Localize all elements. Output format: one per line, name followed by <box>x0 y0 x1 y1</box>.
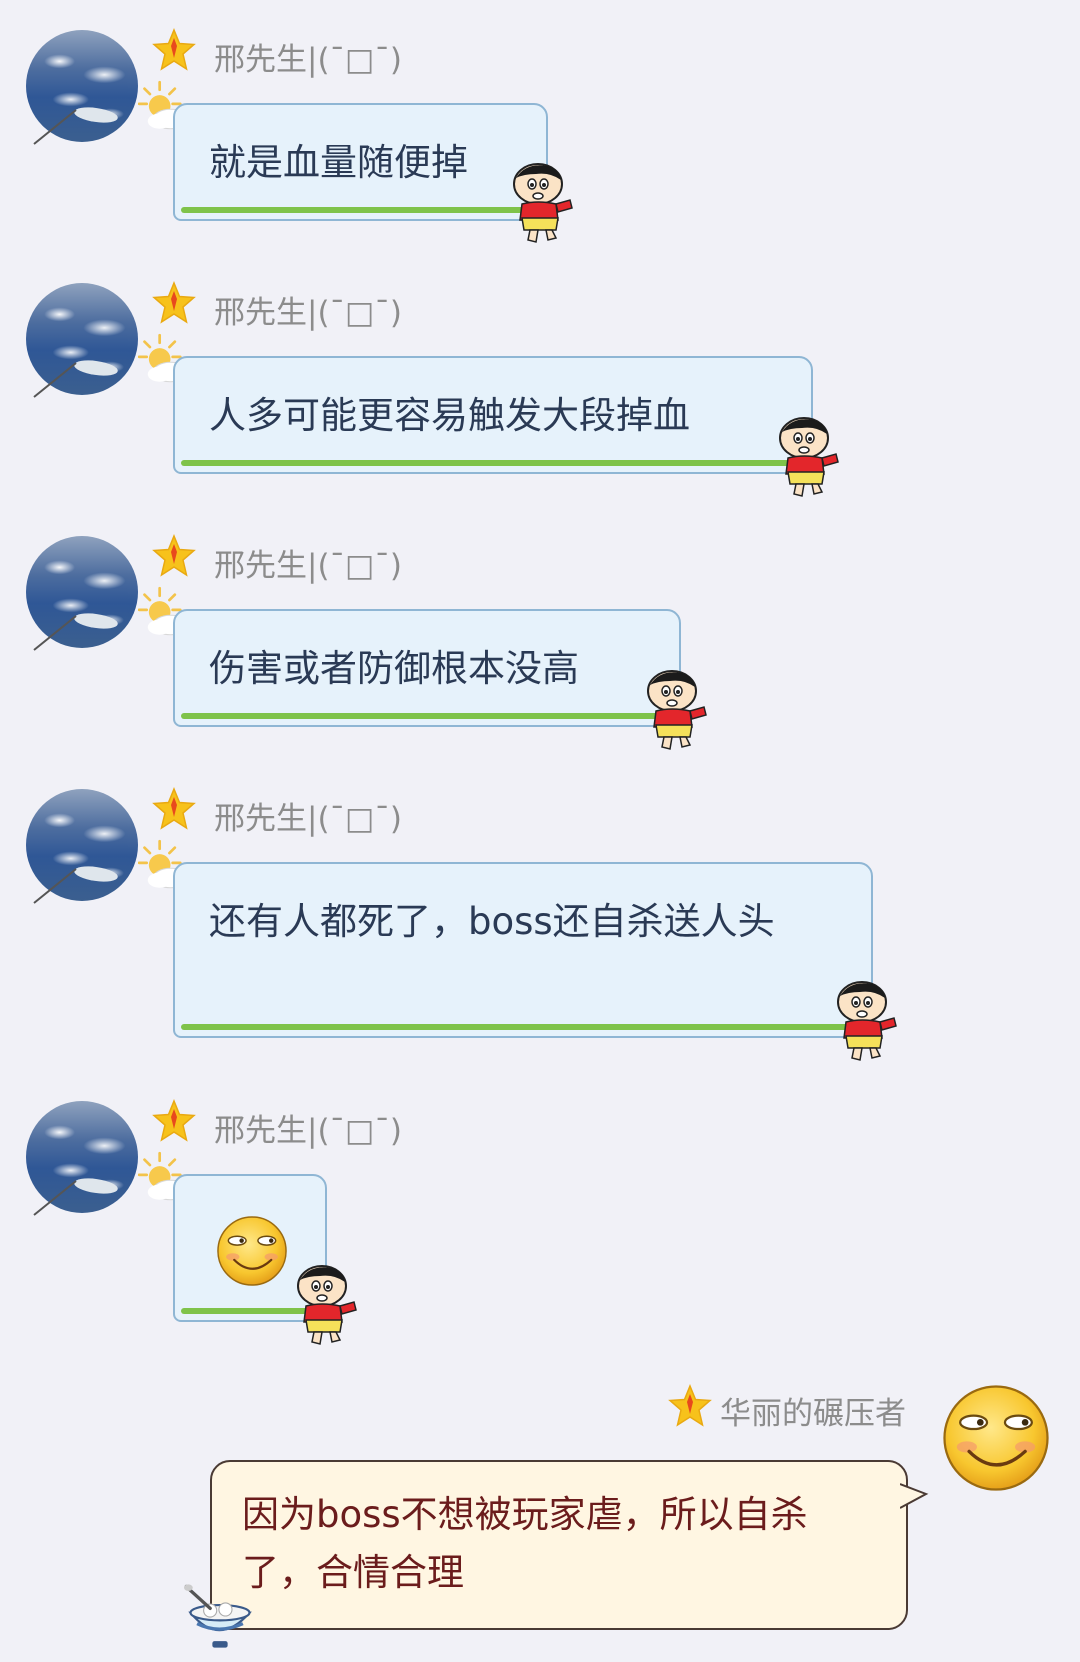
shin-chan-icon <box>779 417 839 497</box>
smirk-face-icon <box>216 1215 288 1287</box>
message-bubble[interactable]: 还有人都死了，boss还自杀送人头 <box>173 862 873 1038</box>
sword-icon <box>33 868 77 904</box>
sender-name: 邢先生|(ˉ□ˉ) <box>214 42 402 78</box>
shin-chan-icon <box>297 1265 357 1345</box>
message-bubble[interactable]: 伤害或者防御根本没高 <box>173 609 681 727</box>
message-text: 人多可能更容易触发大段掉血 <box>209 394 690 437</box>
tail-icon <box>900 1483 929 1509</box>
shin-chan-icon <box>513 163 573 243</box>
sword-icon <box>33 615 77 651</box>
message-bubble[interactable]: 因为boss不想被玩家虐，所以自杀了，合情合理 <box>210 1460 908 1630</box>
rice-bowl-icon <box>182 1582 252 1650</box>
sender-name: 华丽的碾压者 <box>720 1396 906 1432</box>
star-icon <box>153 535 195 576</box>
star-icon <box>153 1100 195 1141</box>
message-text: 还有人都死了，boss还自杀送人头 <box>209 900 775 943</box>
avatar[interactable] <box>940 1382 1052 1494</box>
sender-name: 邢先生|(ˉ□ˉ) <box>214 1113 402 1149</box>
sword-icon <box>33 1180 77 1216</box>
message-bubble[interactable]: 就是血量随便掉 <box>173 103 548 221</box>
shin-chan-icon <box>647 670 707 750</box>
message-text: 伤害或者防御根本没高 <box>209 647 579 690</box>
sword-icon <box>33 362 77 398</box>
star-icon <box>153 788 195 829</box>
sword-icon <box>33 109 77 145</box>
message-bubble[interactable]: 人多可能更容易触发大段掉血 <box>173 356 813 474</box>
sender-name: 邢先生|(ˉ□ˉ) <box>214 295 402 331</box>
star-icon <box>153 282 195 323</box>
sender-name: 邢先生|(ˉ□ˉ) <box>214 548 402 584</box>
star-icon <box>669 1385 711 1426</box>
shin-chan-icon <box>837 981 897 1061</box>
message-text: 因为boss不想被玩家虐，所以自杀了，合情合理 <box>242 1493 808 1594</box>
star-icon <box>153 29 195 70</box>
sender-name: 邢先生|(ˉ□ˉ) <box>214 801 402 837</box>
message-text: 就是血量随便掉 <box>209 141 468 184</box>
